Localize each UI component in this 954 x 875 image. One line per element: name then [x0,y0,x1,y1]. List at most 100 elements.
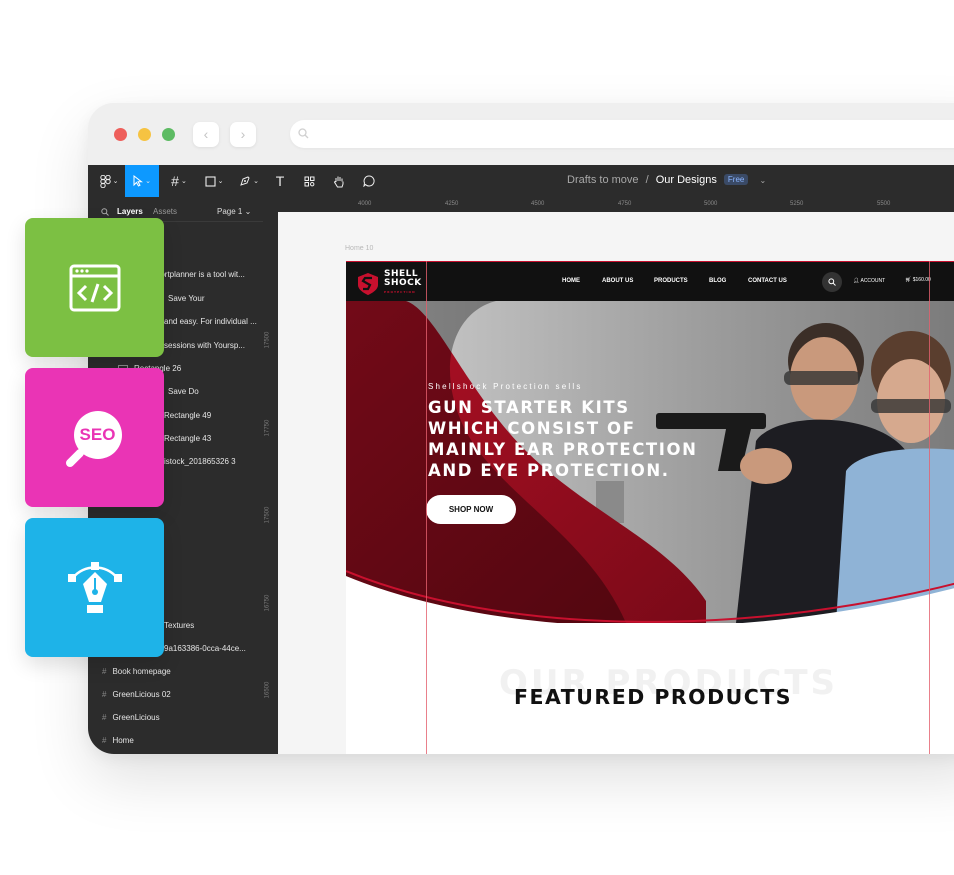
code-card [25,218,164,357]
plan-badge: Free [723,174,749,185]
seo-card: SEO [25,368,164,507]
main-menu-button[interactable]: ⌄ [94,165,124,197]
ruler-tick: 17500 [264,331,271,349]
shop-now-button[interactable]: SHOP NOW [426,495,516,524]
ruler-tick: 5250 [790,201,804,207]
nav-about-us[interactable]: ABOUT US [602,278,633,284]
layer-label: GreenLicious [112,713,160,722]
address-bar[interactable] [290,120,954,148]
seo-label: SEO [79,424,116,444]
design-card [25,518,164,657]
frame-hash-icon: # [102,736,107,745]
back-button[interactable]: ‹ [193,122,219,147]
account-label: ACCOUNT [860,278,886,284]
layer-item[interactable]: # GreenLicious [102,713,160,722]
search-icon[interactable] [101,208,109,216]
search-icon [828,278,836,286]
vertical-ruler: 17500 17750 17500 16750 16500 [263,197,279,754]
seo-icon: SEO [60,403,130,473]
layer-item[interactable]: # Home [102,736,134,745]
layer-item[interactable]: Rectangle 49 [164,411,211,420]
resources-tool-button[interactable] [298,165,320,197]
frame-hash-icon: # [102,667,107,676]
breadcrumb-separator: / [645,174,649,186]
layer-item[interactable]: 9a163386-0cca-44ce... [164,644,246,653]
browser-window: ‹ › ⌄ ⌄ # ⌄ ⌄ ⌄ T Drafts to move / Our D… [88,103,954,754]
search-icon [298,128,309,139]
code-window-icon [69,264,120,311]
pen-tool-button[interactable]: ⌄ [234,165,264,197]
featured-products-heading: FEATURED PRODUCTS [514,685,793,709]
nav-products[interactable]: PRODUCTS [654,278,688,284]
layer-item[interactable]: and easy. For individual ... [164,317,257,326]
layer-item[interactable]: Portplanner is a tool wit... [155,270,245,279]
move-tool-button[interactable]: ⌄ [125,165,159,197]
figma-logo-icon [99,174,111,188]
chevron-left-icon: ‹ [203,126,209,142]
chevron-down-icon: ⌄ [217,178,224,185]
pen-tool-icon [67,561,122,613]
hand-icon [334,176,344,187]
pen-icon [240,176,250,186]
page-select[interactable]: Page 1 ⌄ [217,207,251,216]
layout-guide [929,261,930,754]
nav-contact-us[interactable]: CONTACT US [748,278,787,284]
layer-item[interactable]: Save Your [168,294,204,303]
horizontal-ruler: 4000 4250 4500 4750 5000 5250 5500 [278,197,954,213]
chevron-down-icon: ⌄ [180,178,187,185]
shape-tool-button[interactable]: ⌄ [199,165,229,197]
layer-label: GreenLicious 02 [112,690,171,699]
frame-tool-button[interactable]: # ⌄ [164,165,194,197]
maximize-window-dot[interactable] [162,128,175,141]
layer-item[interactable]: # GreenLicious 02 [102,690,171,699]
website-frame[interactable]: SHELL SHOCK PROTECTION HOME ABOUT US PRO… [346,261,954,754]
hand-tool-button[interactable] [328,165,350,197]
chevron-right-icon: › [240,126,246,142]
nav-blog[interactable]: BLOG [709,278,726,284]
hero-banner: Shellshock Protection sells GUN STARTER … [346,301,954,623]
layer-item[interactable]: Save Do [168,387,199,396]
file-breadcrumb[interactable]: Drafts to move / Our Designs Free ⌄ [567,174,766,186]
file-name[interactable]: Our Designs [656,174,717,186]
forward-button[interactable]: › [230,122,256,147]
frame-label[interactable]: Home 10 [345,245,373,252]
hero-subtitle: Shellshock Protection sells [428,382,583,391]
logo-tagline: PROTECTION [384,290,416,294]
minimize-window-dot[interactable] [138,128,151,141]
rectangle-icon [205,175,216,187]
nav-home[interactable]: HOME [562,278,580,284]
close-window-dot[interactable] [114,128,127,141]
hero-heading-line: MAINLY EAR PROTECTION [428,440,698,459]
components-icon [304,176,314,186]
comment-tool-button[interactable] [358,165,380,197]
frame-hash-icon: # [102,713,107,722]
layout-guide [426,261,427,754]
account-link[interactable]: 👤︎ ACCOUNT [853,278,885,284]
layer-label: Book homepage [112,667,171,676]
tab-assets[interactable]: Assets [153,207,177,216]
layer-item[interactable]: istock_201865326 3 [164,457,236,466]
ruler-tick: 17500 [264,506,271,524]
cart-link[interactable]: 🛒︎ $160.00 [905,277,931,283]
hero-heading: GUN STARTER KITS WHICH CONSIST OF MAINLY… [428,397,698,481]
layer-item[interactable]: sessions with Yoursp... [164,341,245,350]
shield-logo-icon [358,272,378,295]
chevron-down-icon: ⌄ [112,178,119,185]
ruler-tick: 4500 [531,201,545,207]
design-canvas[interactable]: Home 10 SHELL SHOCK PROTECTION HOME ABOU… [278,212,954,754]
cursor-arrow-icon [133,175,144,187]
tab-layers[interactable]: Layers [117,207,143,216]
page-select-label: Page 1 [217,207,243,216]
chevron-down-icon: ⌄ [253,178,259,185]
user-icon: 👤︎ [853,278,860,284]
site-search-button[interactable] [822,272,842,292]
text-tool-button[interactable]: T [269,165,291,197]
layer-item[interactable]: Rectangle 43 [164,434,211,443]
layer-item[interactable]: Textures [164,621,194,630]
chevron-down-icon: ⌄ [244,207,252,216]
chevron-down-icon: ⌄ [145,178,151,185]
breadcrumb-parent[interactable]: Drafts to move [567,174,639,186]
chevron-down-icon[interactable]: ⌄ [759,176,766,185]
shellshock-logo[interactable]: SHELL SHOCK PROTECTION [357,270,422,297]
layer-item[interactable]: # Book homepage [102,667,171,676]
